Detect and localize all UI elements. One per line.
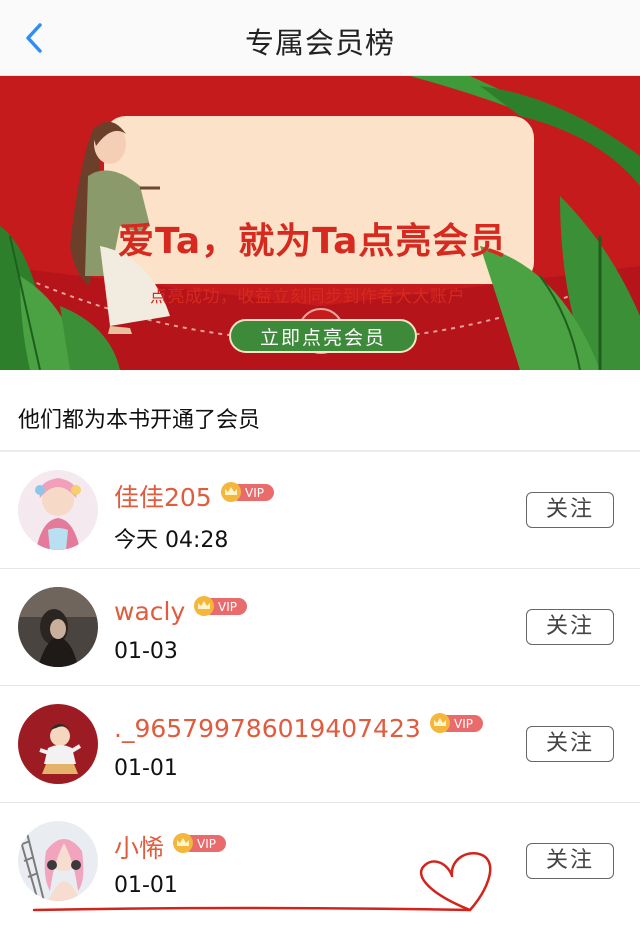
member-name-text: ._965799786019407423	[114, 714, 421, 743]
vip-crown-icon: VIP	[429, 713, 483, 733]
member-name-text: 佳佳205	[114, 483, 212, 512]
nav-bar: 专属会员榜	[0, 0, 640, 76]
avatar[interactable]	[18, 821, 98, 901]
vip-label: VIP	[197, 837, 216, 851]
vip-label: VIP	[218, 600, 237, 614]
activate-membership-button[interactable]: 立即点亮会员	[229, 319, 417, 353]
follow-button[interactable]: 关注	[526, 726, 614, 762]
promo-banner[interactable]: 爱Ta，就为Ta点亮会员 点亮成功，收益立刻同步到作者大大账户 立即点亮会员	[0, 76, 640, 370]
member-row[interactable]: ._965799786019407423 VIP 01-01 关注	[0, 686, 640, 802]
member-name[interactable]: ._965799786019407423 VIP	[114, 712, 483, 743]
join-time: 01-01	[114, 756, 178, 781]
member-name[interactable]: 佳佳205 VIP	[114, 478, 274, 514]
member-name-text: wacly	[114, 597, 186, 626]
follow-button[interactable]: 关注	[526, 609, 614, 645]
avatar[interactable]	[18, 704, 98, 784]
join-time: 01-03	[114, 639, 178, 664]
vip-crown-icon: VIP	[173, 833, 227, 853]
section-heading: 他们都为本书开通了会员	[18, 408, 261, 433]
member-row[interactable]: 小悕 VIP 01-01 关注	[0, 803, 640, 919]
follow-button[interactable]: 关注	[526, 843, 614, 879]
follow-button[interactable]: 关注	[526, 492, 614, 528]
join-time: 今天 04:28	[114, 528, 229, 553]
page-title: 专属会员榜	[244, 26, 395, 60]
banner-subtitle: 点亮成功，收益立刻同步到作者大大账户	[150, 287, 465, 307]
vip-crown-icon: VIP	[220, 482, 274, 502]
member-name[interactable]: wacly VIP	[114, 595, 248, 626]
vip-label: VIP	[454, 717, 473, 731]
member-row[interactable]: 佳佳205 VIP 今天 04:28 关注	[0, 452, 640, 568]
join-time: 01-01	[114, 873, 178, 898]
vip-label: VIP	[245, 486, 264, 500]
member-name[interactable]: 小悕 VIP	[114, 829, 227, 865]
vip-crown-icon: VIP	[194, 596, 248, 616]
member-name-text: 小悕	[114, 834, 165, 863]
avatar[interactable]	[18, 470, 98, 550]
member-row[interactable]: wacly VIP 01-03 关注	[0, 569, 640, 685]
banner-title: 爱Ta，就为Ta点亮会员	[118, 221, 507, 262]
avatar[interactable]	[18, 587, 98, 667]
